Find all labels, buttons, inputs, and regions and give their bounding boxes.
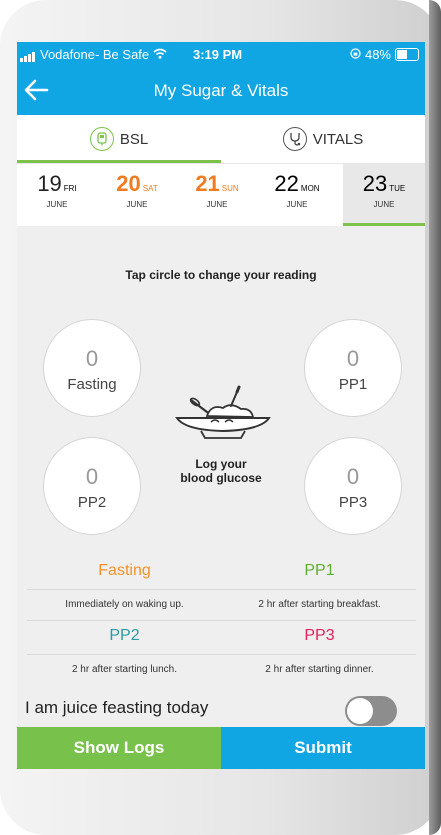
date-day: 21 SUN xyxy=(195,171,239,196)
reading-label: PP1 xyxy=(338,376,368,393)
legend-fasting-desc: Immediately on waking up. xyxy=(65,599,184,610)
battery-percent: 48% xyxy=(364,47,391,62)
tab-bsl-label: BSL xyxy=(119,130,149,148)
legend-title-row: Fasting PP1 xyxy=(27,556,416,590)
date-item[interactable]: 21 SUN JUNE xyxy=(177,164,257,226)
legend-desc-row: Immediately on waking up. 2 hr after sta… xyxy=(27,590,416,621)
date-item[interactable]: 20 SAT JUNE xyxy=(97,164,177,226)
date-month: JUNE xyxy=(126,200,148,209)
legend-pp3-desc: 2 hr after starting dinner. xyxy=(265,664,374,675)
page-title: My Sugar & Vitals xyxy=(153,81,289,100)
reading-value: 0 xyxy=(346,346,360,371)
glucometer-icon xyxy=(89,127,114,151)
tab-bar: BSL VITALS xyxy=(17,115,425,163)
lock-rotation-icon xyxy=(350,47,361,62)
legend-pp2-title: PP2 xyxy=(109,627,140,644)
date-day: 20 SAT xyxy=(116,171,158,196)
legend-pp1-desc: 2 hr after starting breakfast. xyxy=(258,599,381,610)
legend-fasting-title: Fasting xyxy=(98,562,151,579)
app-screen: Vodafone- Be Safe 3:19 PM 48% My Sugar &… xyxy=(17,42,425,769)
date-strip: 19 FRI JUNE 20 SAT JUNE 21 SUN JUNE 22 MON J… xyxy=(17,163,425,226)
pp3-reading-circle[interactable]: 0 PP3 xyxy=(304,437,402,535)
phone-frame: Vodafone- Be Safe 3:19 PM 48% My Sugar &… xyxy=(0,0,441,835)
juice-feasting-label: I am juice feasting today xyxy=(25,698,209,717)
toggle-knob xyxy=(347,698,373,724)
date-item-selected[interactable]: 23 TUE JUNE xyxy=(343,164,425,226)
legend-pp3-title: PP3 xyxy=(304,627,335,644)
status-left: Vodafone- Be Safe xyxy=(20,47,167,62)
reading-value: 0 xyxy=(85,464,99,489)
status-right: 48% xyxy=(350,47,419,62)
fasting-reading-circle[interactable]: 0 Fasting xyxy=(43,319,141,417)
juice-feasting-toggle[interactable] xyxy=(345,696,397,726)
date-item[interactable]: 19 FRI JUNE xyxy=(17,164,97,226)
legend-desc-row: 2 hr after starting lunch. 2 hr after st… xyxy=(27,655,416,685)
battery-icon xyxy=(395,48,419,61)
pp1-reading-circle[interactable]: 0 PP1 xyxy=(304,319,402,417)
reading-label: PP2 xyxy=(77,494,107,511)
reading-legend: Fasting PP1 Immediately on waking up. 2 … xyxy=(27,556,416,685)
legend-pp2-desc: 2 hr after starting lunch. xyxy=(71,664,178,675)
signal-icon xyxy=(20,47,36,62)
tab-vitals-label: VITALS xyxy=(312,130,364,148)
app-header: Vodafone- Be Safe 3:19 PM 48% My Sugar &… xyxy=(17,42,425,115)
log-glucose-label: Log your blood glucose xyxy=(180,457,262,485)
legend-title-row: PP2 PP3 xyxy=(27,621,416,655)
status-bar: Vodafone- Be Safe 3:19 PM 48% xyxy=(17,46,425,62)
date-month: JUNE xyxy=(206,200,228,209)
phone-edge xyxy=(429,0,441,835)
submit-button[interactable]: Submit xyxy=(221,727,425,769)
date-day: 19 FRI xyxy=(37,171,77,196)
date-item[interactable]: 22 MON JUNE xyxy=(257,164,337,226)
reading-label: Fasting xyxy=(67,376,117,393)
date-month: JUNE xyxy=(46,200,68,209)
instruction-text: Tap circle to change your reading xyxy=(125,268,317,282)
title-row: My Sugar & Vitals xyxy=(17,78,425,106)
pp2-reading-circle[interactable]: 0 PP2 xyxy=(43,437,141,535)
carrier-label: Vodafone- Be Safe xyxy=(40,47,150,62)
reading-value: 0 xyxy=(85,346,99,371)
date-day: 23 TUE xyxy=(362,171,406,196)
show-logs-button[interactable]: Show Logs xyxy=(17,727,221,769)
food-plate-icon xyxy=(171,382,275,442)
tab-vitals[interactable]: VITALS xyxy=(221,115,425,163)
reading-label: PP3 xyxy=(338,494,368,511)
date-month: JUNE xyxy=(373,200,395,209)
date-day: 22 MON xyxy=(274,171,320,196)
stethoscope-icon xyxy=(282,127,307,151)
reading-value: 0 xyxy=(346,464,360,489)
date-month: JUNE xyxy=(286,200,308,209)
legend-pp1-title: PP1 xyxy=(304,562,335,579)
status-time: 3:19 PM xyxy=(193,47,243,62)
wifi-icon xyxy=(153,47,167,62)
tab-bsl[interactable]: BSL xyxy=(17,115,221,163)
